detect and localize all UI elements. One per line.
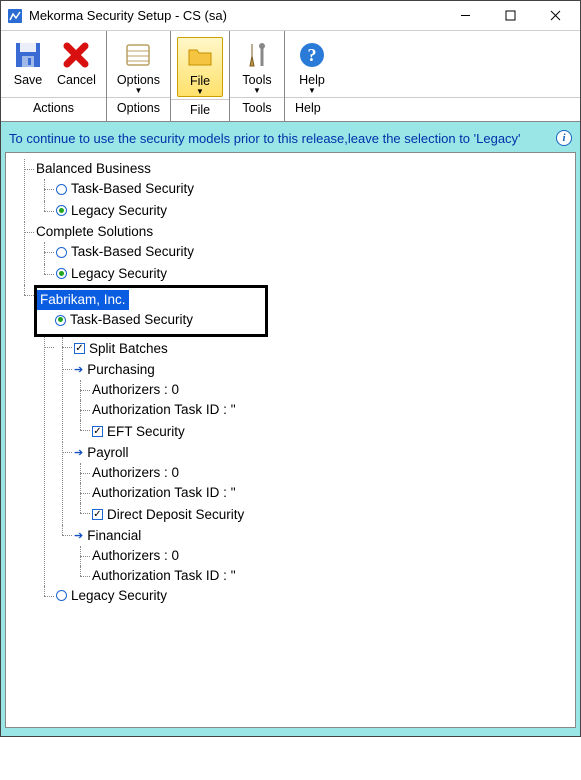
ribbon-group-tools: Tools ▼ Tools bbox=[230, 31, 285, 121]
main-window: Mekorma Security Setup - CS (sa) Save Ca… bbox=[0, 0, 581, 737]
help-label: Help bbox=[299, 73, 325, 87]
tree-module[interactable]: ➔Financial Authorizers : 0 Authorization… bbox=[56, 525, 571, 586]
help-button[interactable]: ? Help ▼ bbox=[289, 37, 335, 95]
chevron-down-icon: ▼ bbox=[196, 88, 204, 96]
maximize-button[interactable] bbox=[488, 1, 533, 30]
tree-value[interactable]: Authorization Task ID : '' bbox=[74, 483, 571, 503]
radio-icon bbox=[56, 590, 67, 601]
checkbox-icon: ✓ bbox=[74, 343, 85, 354]
tools-button[interactable]: Tools ▼ bbox=[234, 37, 280, 95]
tools-icon bbox=[241, 39, 273, 71]
ribbon-group-options: Options ▼ Options bbox=[107, 31, 171, 121]
tree-value[interactable]: Authorizers : 0 bbox=[74, 463, 571, 483]
tree-module[interactable]: ➔Payroll Authorizers : 0 Authorization T… bbox=[56, 442, 571, 525]
arrow-icon: ➔ bbox=[74, 360, 83, 380]
info-text: To continue to use the security models p… bbox=[9, 131, 521, 146]
save-button[interactable]: Save bbox=[5, 37, 51, 95]
radio-icon bbox=[56, 268, 67, 279]
tree-value[interactable]: Authorization Task ID : '' bbox=[74, 400, 571, 420]
company-label-selected: Fabrikam, Inc. bbox=[37, 290, 129, 310]
ribbon: Save Cancel Actions Options ▼ Optio bbox=[1, 31, 580, 122]
chevron-down-icon: ▼ bbox=[308, 87, 316, 95]
radio-icon bbox=[56, 184, 67, 195]
tools-label: Tools bbox=[242, 73, 271, 87]
save-icon bbox=[12, 39, 44, 71]
tree-check-item[interactable]: ✓Direct Deposit Security bbox=[74, 503, 571, 525]
title-bar: Mekorma Security Setup - CS (sa) bbox=[1, 1, 580, 31]
options-button[interactable]: Options ▼ bbox=[111, 37, 166, 95]
ribbon-group-actions: Save Cancel Actions bbox=[1, 31, 107, 121]
tree-company[interactable]: Balanced Business Task-Based Security Le… bbox=[18, 159, 571, 222]
tree-company[interactable]: Fabrikam, Inc. Task-Based Security ✓Spli… bbox=[18, 285, 571, 607]
minimize-button[interactable] bbox=[443, 1, 488, 30]
body-area: To continue to use the security models p… bbox=[1, 122, 580, 736]
tree-check-item[interactable]: ✓Split Batches bbox=[56, 337, 571, 359]
tree-value[interactable]: Authorization Task ID : '' bbox=[74, 566, 571, 586]
tree-company[interactable]: Complete Solutions Task-Based Security L… bbox=[18, 222, 571, 285]
company-label: Balanced Business bbox=[36, 159, 151, 179]
tree-radio-item[interactable]: Task-Based Security bbox=[38, 242, 571, 264]
radio-icon bbox=[56, 205, 67, 216]
info-bar: To continue to use the security models p… bbox=[5, 124, 576, 152]
ribbon-group-file: File ▼ File bbox=[171, 31, 230, 121]
tree-panel: Balanced Business Task-Based Security Le… bbox=[5, 152, 576, 728]
svg-text:?: ? bbox=[308, 45, 317, 65]
app-icon bbox=[7, 8, 23, 24]
tree-radio-item[interactable]: Legacy Security bbox=[38, 586, 571, 608]
options-icon bbox=[122, 39, 154, 71]
ribbon-group-help: ? Help ▼ Help bbox=[285, 31, 580, 121]
cancel-icon bbox=[60, 39, 92, 71]
file-button[interactable]: File ▼ bbox=[177, 37, 223, 97]
tree-radio-item[interactable]: Legacy Security bbox=[38, 201, 571, 223]
tree-check-item[interactable]: ✓EFT Security bbox=[74, 420, 571, 442]
radio-icon bbox=[56, 247, 67, 258]
selection-highlight: Fabrikam, Inc. Task-Based Security bbox=[34, 285, 268, 337]
group-options-label: Options bbox=[107, 97, 170, 119]
checkbox-icon: ✓ bbox=[92, 426, 103, 437]
tree-radio-item[interactable]: Legacy Security bbox=[38, 264, 571, 286]
folder-icon bbox=[184, 40, 216, 72]
company-label: Complete Solutions bbox=[36, 222, 153, 242]
cancel-label: Cancel bbox=[57, 73, 96, 87]
tree-value[interactable]: Authorizers : 0 bbox=[74, 546, 571, 566]
help-icon: ? bbox=[296, 39, 328, 71]
group-actions-label: Actions bbox=[1, 97, 106, 119]
company-tree: Balanced Business Task-Based Security Le… bbox=[18, 159, 571, 607]
tree-radio-item[interactable]: ✓Split Batches ➔Purchasing Authorizers :… bbox=[38, 337, 571, 586]
cancel-button[interactable]: Cancel bbox=[51, 37, 102, 95]
arrow-icon: ➔ bbox=[74, 526, 83, 546]
tree-radio-item[interactable]: Task-Based Security bbox=[38, 179, 571, 201]
close-button[interactable] bbox=[533, 1, 578, 30]
tree-module[interactable]: ➔Purchasing Authorizers : 0 Authorizatio… bbox=[56, 359, 571, 442]
radio-icon bbox=[55, 315, 66, 326]
chevron-down-icon: ▼ bbox=[135, 87, 143, 95]
group-file-label: File bbox=[171, 99, 229, 121]
window-title: Mekorma Security Setup - CS (sa) bbox=[29, 8, 443, 23]
arrow-icon: ➔ bbox=[74, 443, 83, 463]
options-label: Options bbox=[117, 73, 160, 87]
checkbox-icon: ✓ bbox=[92, 509, 103, 520]
info-icon[interactable]: i bbox=[556, 130, 572, 146]
group-tools-label: Tools bbox=[230, 97, 284, 119]
save-label: Save bbox=[14, 73, 43, 87]
file-label: File bbox=[190, 74, 210, 88]
group-help-label: Help bbox=[285, 97, 580, 119]
chevron-down-icon: ▼ bbox=[253, 87, 261, 95]
tree-value[interactable]: Authorizers : 0 bbox=[74, 380, 571, 400]
